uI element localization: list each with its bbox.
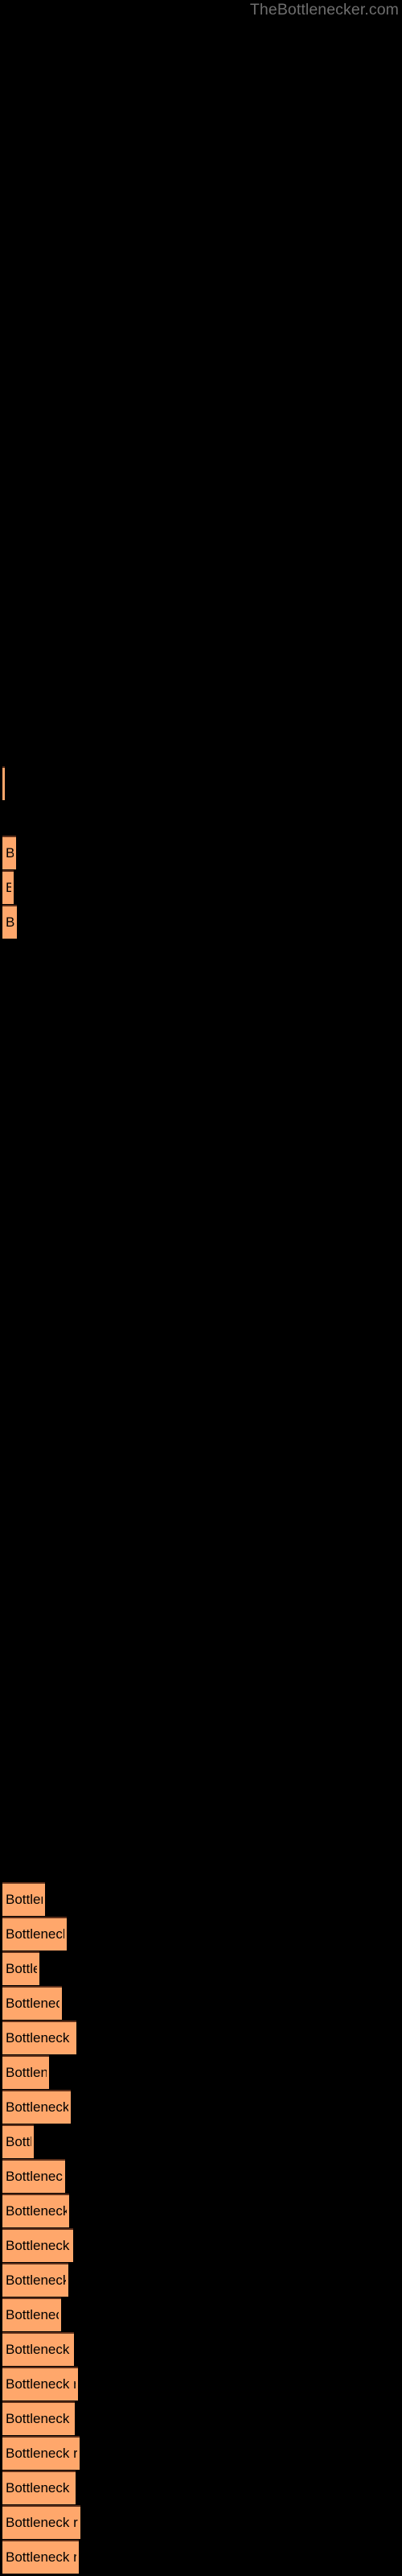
bar	[2, 2332, 74, 2366]
bar	[2, 2090, 71, 2124]
bar	[2, 2436, 80, 2470]
bar	[2, 2124, 34, 2158]
bar	[2, 2401, 75, 2435]
bar	[2, 2471, 76, 2504]
bar	[2, 836, 16, 869]
bar	[2, 2194, 69, 2227]
bar	[2, 2367, 78, 2401]
bar	[2, 2228, 73, 2262]
bar	[2, 2021, 76, 2054]
bar	[2, 2055, 49, 2089]
bar	[2, 766, 5, 800]
bottleneck-bar-chart: Bottleneck resultBottleneck resultBottle…	[0, 0, 402, 2576]
page-root: TheBottlenecker.com Bottleneck resultBot…	[0, 0, 402, 2576]
bar	[2, 2297, 61, 2331]
bar	[2, 1917, 67, 1951]
bar	[2, 2505, 80, 2539]
bar	[2, 1882, 45, 1916]
bar	[2, 2159, 65, 2193]
bar	[2, 1951, 39, 1985]
bar	[2, 870, 14, 904]
bar	[2, 2263, 68, 2297]
bar	[2, 905, 17, 939]
bar	[2, 2540, 79, 2574]
bar	[2, 1986, 62, 2020]
